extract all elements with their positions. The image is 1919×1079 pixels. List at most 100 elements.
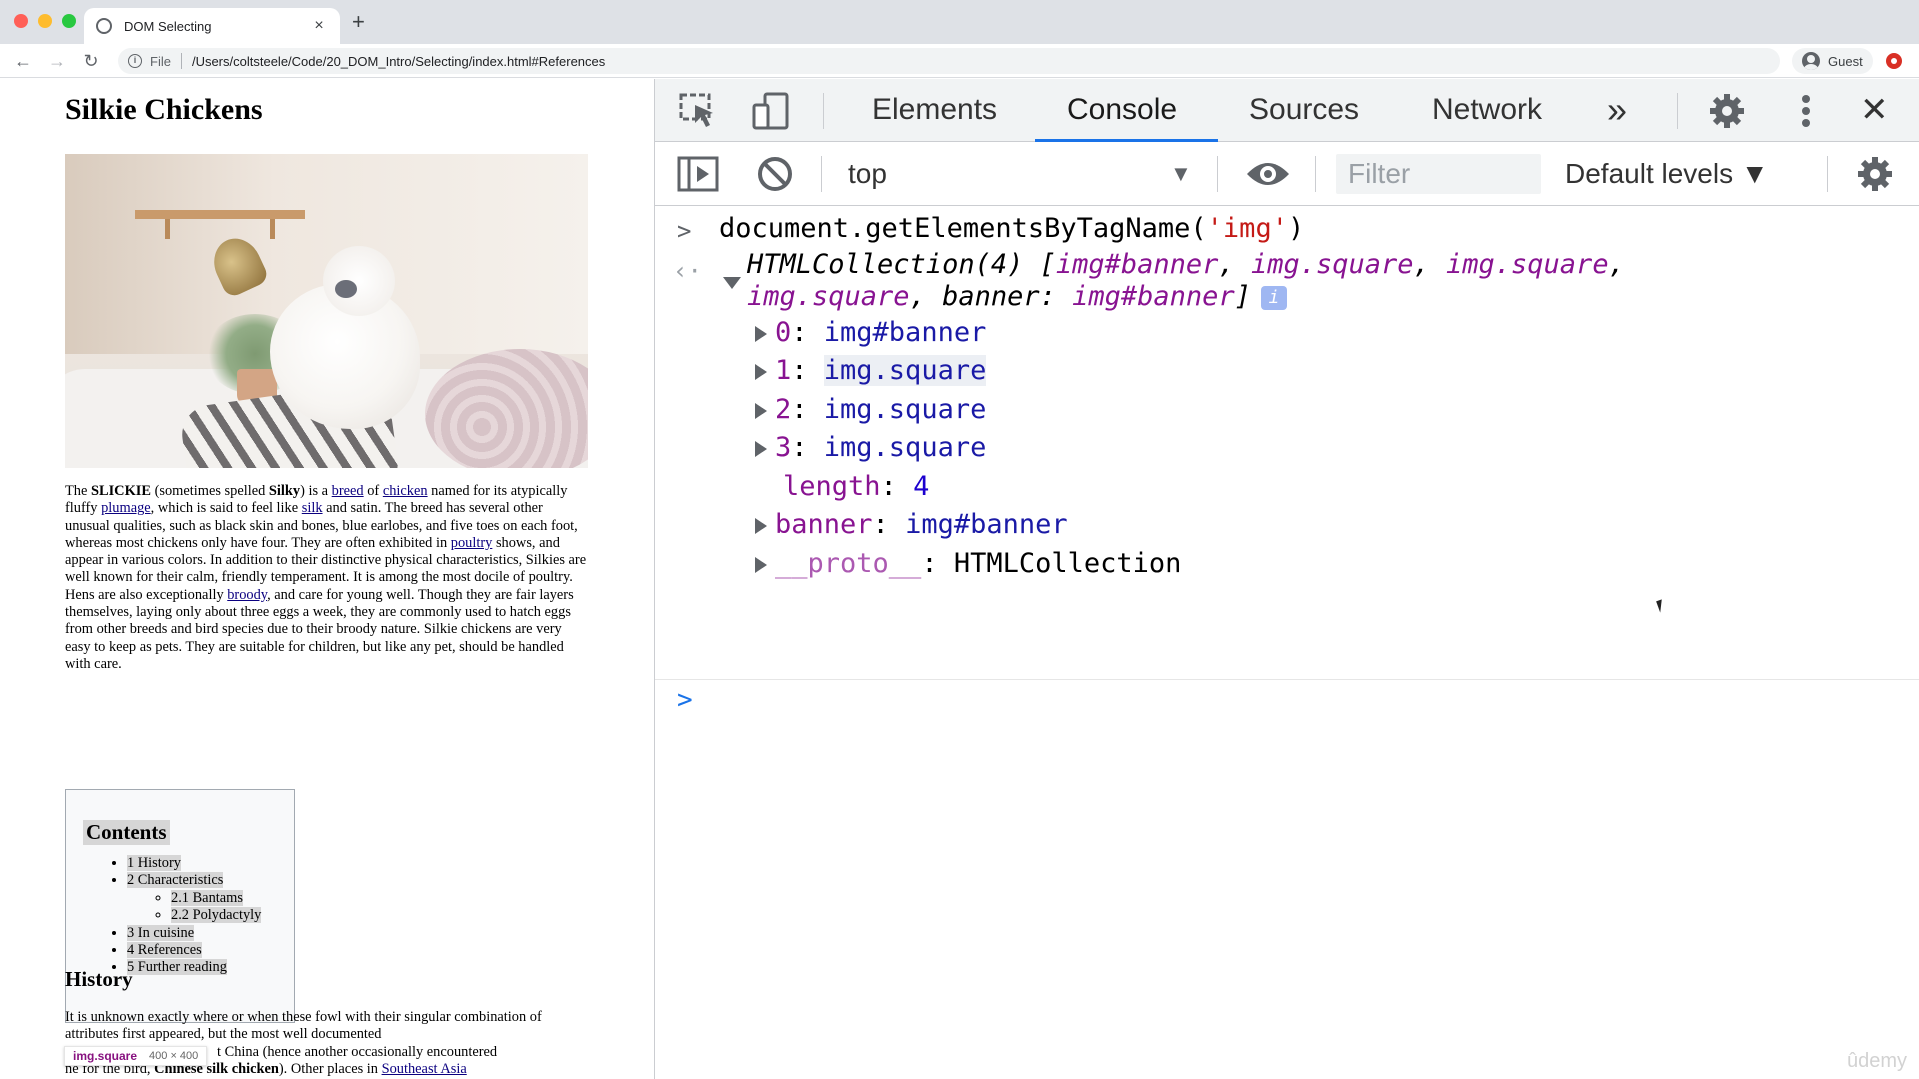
collection-entry[interactable]: 2: img.square: [755, 394, 986, 426]
expand-triangle-icon[interactable]: [755, 440, 767, 457]
expand-triangle-icon[interactable]: [755, 517, 767, 534]
expand-triangle-icon[interactable]: [755, 402, 767, 419]
back-arrow-icon[interactable]: ←: [12, 50, 34, 72]
maximize-window-icon[interactable]: [62, 14, 76, 28]
clear-console-icon[interactable]: [755, 154, 795, 199]
console-input-caret[interactable]: >: [677, 685, 693, 715]
tooltip-dimensions: 400 × 400: [149, 1050, 199, 1062]
banner-shelf: [135, 210, 305, 219]
banner-chicken-head: [323, 246, 395, 316]
toc-item: 3 In cuisine: [127, 924, 277, 942]
address-divider: [180, 53, 182, 69]
tooltip-selector: img.square: [73, 1049, 138, 1063]
device-toolbar-icon[interactable]: [751, 91, 791, 136]
context-selector[interactable]: top: [848, 154, 1208, 194]
collection-entry[interactable]: 0: img#banner: [755, 317, 986, 349]
new-tab-button[interactable]: +: [352, 11, 365, 33]
toc-title: Contents: [83, 820, 170, 845]
console-input-line[interactable]: document.getElementsByTagName('img'): [719, 213, 1304, 245]
banner-image: [65, 154, 588, 468]
page-title: Silkie Chickens: [65, 93, 263, 126]
profile-button[interactable]: Guest: [1792, 48, 1873, 74]
toolbar-divider: [821, 156, 822, 192]
toolbar-divider: [1217, 156, 1218, 192]
console-result-summary-cont[interactable]: img.square, banner: img#banner] i: [747, 281, 1287, 313]
expand-triangle-icon[interactable]: [755, 556, 767, 573]
history-paragraph: It is unknown exactly where or when thes…: [65, 1009, 542, 1077]
more-options-icon[interactable]: [1798, 91, 1814, 136]
info-icon[interactable]: i: [128, 54, 142, 68]
collection-entry[interactable]: 1: img.square: [755, 355, 987, 387]
link-breed[interactable]: breed: [332, 483, 364, 499]
console-settings-gear-icon[interactable]: [1855, 154, 1895, 199]
udemy-watermark: ûdemy: [1846, 1050, 1907, 1072]
tab-sources[interactable]: Sources: [1249, 90, 1359, 142]
devtools-tabbar: Elements Console Sources Network » ✕: [655, 79, 1919, 142]
browser-toolbar: ← → ↻ i File /Users/coltsteele/Code/20_D…: [0, 44, 1919, 78]
devtools-panel: Elements Console Sources Network » ✕ top…: [654, 79, 1919, 1079]
toc-item: 4 References: [127, 942, 277, 959]
toc-item: 1 History: [127, 855, 277, 872]
browser-tabstrip: DOM Selecting × +: [0, 0, 1919, 44]
mouse-pointer-icon: [1656, 599, 1666, 613]
toc-item: 2 Characteristics 2.1 Bantams 2.2 Polyda…: [127, 872, 277, 924]
collection-entry[interactable]: 3: img.square: [755, 432, 986, 464]
expand-triangle-icon[interactable]: [755, 325, 767, 342]
link-broody[interactable]: broody: [227, 587, 267, 603]
link-chicken[interactable]: chicken: [383, 483, 428, 499]
globe-icon: [96, 18, 112, 34]
expand-triangle-icon[interactable]: [755, 363, 767, 380]
sidebar-toggle-icon[interactable]: [677, 154, 719, 199]
live-expression-eye-icon[interactable]: [1245, 156, 1291, 197]
link-plumage[interactable]: plumage: [101, 500, 151, 516]
toolbar-divider: [1315, 156, 1316, 192]
tab-network[interactable]: Network: [1432, 90, 1542, 142]
link-southeast-asia[interactable]: Southeast Asia: [382, 1061, 467, 1077]
console-result-summary[interactable]: HTMLCollection(4) [img#banner, img.squar…: [747, 249, 1625, 281]
banner-knit-blanket: [425, 349, 588, 468]
collection-length: length: 4: [783, 471, 930, 502]
info-badge-icon[interactable]: i: [1260, 285, 1287, 310]
inspect-tooltip: img.square 400 × 400: [64, 1046, 208, 1066]
input-prompt-icon: >: [677, 217, 692, 245]
minimize-window-icon[interactable]: [38, 14, 52, 28]
tab-elements[interactable]: Elements: [872, 90, 997, 142]
toolbar-divider: [1677, 93, 1678, 129]
log-levels-dropdown[interactable]: Default levels ▼: [1565, 154, 1769, 194]
collection-proto[interactable]: __proto__: HTMLCollection: [755, 548, 1181, 580]
tab-close-icon[interactable]: ×: [310, 17, 328, 35]
console-filterbar: top ▼ Default levels ▼: [655, 142, 1919, 206]
page-viewport: Silkie Chickens The SLICKIE (sometimes s…: [0, 79, 654, 1079]
console-filter-input[interactable]: [1336, 154, 1541, 194]
address-url[interactable]: /Users/coltsteele/Code/20_DOM_Intro/Sele…: [192, 54, 605, 69]
console-output: > document.getElementsByTagName('img') ‹…: [655, 207, 1919, 1079]
address-scheme: File: [150, 53, 171, 69]
context-dropdown-icon[interactable]: ▼: [1170, 154, 1192, 194]
toc-item: 5 Further reading: [127, 959, 277, 976]
toc-subitem: 2.1 Bantams: [171, 889, 277, 907]
link-poultry[interactable]: poultry: [451, 535, 493, 551]
link-silk[interactable]: silk: [302, 500, 323, 516]
browser-tab[interactable]: DOM Selecting ×: [84, 8, 340, 44]
close-devtools-icon[interactable]: ✕: [1860, 90, 1889, 142]
reload-icon[interactable]: ↻: [80, 50, 102, 72]
extension-icon[interactable]: [1886, 53, 1902, 69]
result-return-icon: ‹·: [673, 257, 702, 285]
address-bar[interactable]: i File /Users/coltsteele/Code/20_DOM_Int…: [118, 48, 1780, 74]
settings-gear-icon[interactable]: [1707, 91, 1747, 136]
toolbar-divider: [1827, 156, 1828, 192]
collapse-triangle-icon[interactable]: [723, 277, 741, 289]
close-window-icon[interactable]: [14, 14, 28, 28]
intro-paragraph: The SLICKIE (sometimes spelled Silky) is…: [65, 483, 587, 672]
history-heading: History: [65, 967, 133, 991]
collection-named-entry[interactable]: banner: img#banner: [755, 509, 1068, 541]
banner-chicken-face: [335, 280, 357, 298]
banner-shelf-bracket: [165, 219, 170, 239]
forward-arrow-icon[interactable]: →: [46, 50, 68, 72]
more-tabs-icon[interactable]: »: [1607, 90, 1627, 142]
toc-list: 1 History 2 Characteristics 2.1 Bantams …: [83, 855, 277, 977]
console-divider: [655, 679, 1919, 680]
tab-console[interactable]: Console: [1067, 90, 1177, 142]
inspect-element-icon[interactable]: [679, 93, 719, 134]
guest-avatar-icon: [1802, 52, 1820, 70]
